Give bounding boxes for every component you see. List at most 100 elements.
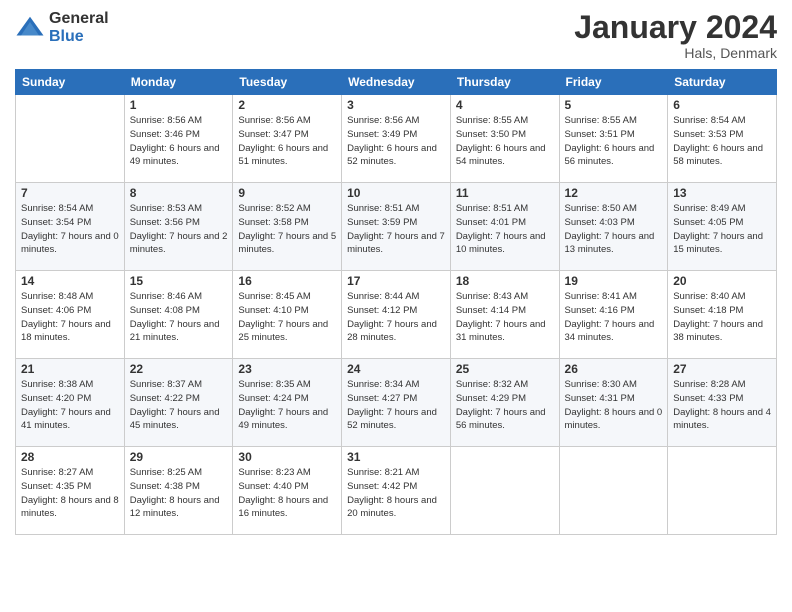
logo-text: General Blue <box>49 10 109 45</box>
day-info: Sunrise: 8:51 AM Sunset: 3:59 PM Dayligh… <box>347 202 445 257</box>
header-friday: Friday <box>559 70 668 95</box>
day-number: 25 <box>456 362 554 376</box>
day-number: 7 <box>21 186 119 200</box>
daylight-hours: Daylight: 7 hours and 45 minutes. <box>130 407 220 432</box>
day-info: Sunrise: 8:48 AM Sunset: 4:06 PM Dayligh… <box>21 290 119 345</box>
sunrise-time: Sunrise: 8:30 AM <box>565 379 637 390</box>
page: General Blue January 2024 Hals, Denmark … <box>0 0 792 612</box>
logo-icon <box>15 13 45 43</box>
day-number: 2 <box>238 98 336 112</box>
daylight-hours: Daylight: 8 hours and 20 minutes. <box>347 495 437 520</box>
sunset-time: Sunset: 3:51 PM <box>565 129 635 140</box>
daylight-hours: Daylight: 7 hours and 0 minutes. <box>21 231 119 256</box>
header: General Blue January 2024 Hals, Denmark <box>15 10 777 61</box>
day-number: 9 <box>238 186 336 200</box>
table-row: 7 Sunrise: 8:54 AM Sunset: 3:54 PM Dayli… <box>16 183 125 271</box>
sunrise-time: Sunrise: 8:54 AM <box>673 115 745 126</box>
daylight-hours: Daylight: 7 hours and 56 minutes. <box>456 407 546 432</box>
sunrise-time: Sunrise: 8:48 AM <box>21 291 93 302</box>
sunrise-time: Sunrise: 8:38 AM <box>21 379 93 390</box>
sunrise-time: Sunrise: 8:56 AM <box>238 115 310 126</box>
sunrise-time: Sunrise: 8:53 AM <box>130 203 202 214</box>
sunrise-time: Sunrise: 8:54 AM <box>21 203 93 214</box>
day-number: 28 <box>21 450 119 464</box>
table-row: 25 Sunrise: 8:32 AM Sunset: 4:29 PM Dayl… <box>450 359 559 447</box>
day-info: Sunrise: 8:55 AM Sunset: 3:51 PM Dayligh… <box>565 114 663 169</box>
sunrise-time: Sunrise: 8:34 AM <box>347 379 419 390</box>
day-number: 18 <box>456 274 554 288</box>
day-info: Sunrise: 8:53 AM Sunset: 3:56 PM Dayligh… <box>130 202 228 257</box>
day-info: Sunrise: 8:21 AM Sunset: 4:42 PM Dayligh… <box>347 466 445 521</box>
sunset-time: Sunset: 4:06 PM <box>21 305 91 316</box>
logo: General Blue <box>15 10 109 45</box>
daylight-hours: Daylight: 7 hours and 18 minutes. <box>21 319 111 344</box>
day-info: Sunrise: 8:30 AM Sunset: 4:31 PM Dayligh… <box>565 378 663 433</box>
sunset-time: Sunset: 4:16 PM <box>565 305 635 316</box>
table-row: 21 Sunrise: 8:38 AM Sunset: 4:20 PM Dayl… <box>16 359 125 447</box>
table-row: 11 Sunrise: 8:51 AM Sunset: 4:01 PM Dayl… <box>450 183 559 271</box>
day-number: 4 <box>456 98 554 112</box>
sunset-time: Sunset: 4:29 PM <box>456 393 526 404</box>
sunrise-time: Sunrise: 8:52 AM <box>238 203 310 214</box>
daylight-hours: Daylight: 7 hours and 34 minutes. <box>565 319 655 344</box>
calendar-week-row: 14 Sunrise: 8:48 AM Sunset: 4:06 PM Dayl… <box>16 271 777 359</box>
daylight-hours: Daylight: 7 hours and 25 minutes. <box>238 319 328 344</box>
table-row: 19 Sunrise: 8:41 AM Sunset: 4:16 PM Dayl… <box>559 271 668 359</box>
daylight-hours: Daylight: 7 hours and 28 minutes. <box>347 319 437 344</box>
daylight-hours: Daylight: 7 hours and 49 minutes. <box>238 407 328 432</box>
day-number: 17 <box>347 274 445 288</box>
daylight-hours: Daylight: 7 hours and 7 minutes. <box>347 231 445 256</box>
daylight-hours: Daylight: 7 hours and 13 minutes. <box>565 231 655 256</box>
sunset-time: Sunset: 4:18 PM <box>673 305 743 316</box>
table-row: 6 Sunrise: 8:54 AM Sunset: 3:53 PM Dayli… <box>668 95 777 183</box>
day-number: 3 <box>347 98 445 112</box>
daylight-hours: Daylight: 7 hours and 31 minutes. <box>456 319 546 344</box>
daylight-hours: Daylight: 7 hours and 10 minutes. <box>456 231 546 256</box>
table-row: 16 Sunrise: 8:45 AM Sunset: 4:10 PM Dayl… <box>233 271 342 359</box>
day-number: 24 <box>347 362 445 376</box>
day-info: Sunrise: 8:43 AM Sunset: 4:14 PM Dayligh… <box>456 290 554 345</box>
day-number: 31 <box>347 450 445 464</box>
sunset-time: Sunset: 4:27 PM <box>347 393 417 404</box>
sunset-time: Sunset: 3:53 PM <box>673 129 743 140</box>
sunset-time: Sunset: 4:38 PM <box>130 481 200 492</box>
sunset-time: Sunset: 3:59 PM <box>347 217 417 228</box>
calendar-week-row: 1 Sunrise: 8:56 AM Sunset: 3:46 PM Dayli… <box>16 95 777 183</box>
day-info: Sunrise: 8:38 AM Sunset: 4:20 PM Dayligh… <box>21 378 119 433</box>
daylight-hours: Daylight: 7 hours and 2 minutes. <box>130 231 228 256</box>
table-row: 18 Sunrise: 8:43 AM Sunset: 4:14 PM Dayl… <box>450 271 559 359</box>
table-row: 8 Sunrise: 8:53 AM Sunset: 3:56 PM Dayli… <box>124 183 233 271</box>
table-row: 28 Sunrise: 8:27 AM Sunset: 4:35 PM Dayl… <box>16 447 125 535</box>
day-info: Sunrise: 8:45 AM Sunset: 4:10 PM Dayligh… <box>238 290 336 345</box>
day-info: Sunrise: 8:40 AM Sunset: 4:18 PM Dayligh… <box>673 290 771 345</box>
sunrise-time: Sunrise: 8:27 AM <box>21 467 93 478</box>
sunrise-time: Sunrise: 8:41 AM <box>565 291 637 302</box>
day-info: Sunrise: 8:55 AM Sunset: 3:50 PM Dayligh… <box>456 114 554 169</box>
day-info: Sunrise: 8:56 AM Sunset: 3:46 PM Dayligh… <box>130 114 228 169</box>
day-info: Sunrise: 8:44 AM Sunset: 4:12 PM Dayligh… <box>347 290 445 345</box>
header-wednesday: Wednesday <box>342 70 451 95</box>
sunrise-time: Sunrise: 8:32 AM <box>456 379 528 390</box>
sunset-time: Sunset: 4:40 PM <box>238 481 308 492</box>
daylight-hours: Daylight: 8 hours and 0 minutes. <box>565 407 663 432</box>
day-number: 14 <box>21 274 119 288</box>
day-info: Sunrise: 8:46 AM Sunset: 4:08 PM Dayligh… <box>130 290 228 345</box>
sunrise-time: Sunrise: 8:49 AM <box>673 203 745 214</box>
sunset-time: Sunset: 3:50 PM <box>456 129 526 140</box>
header-monday: Monday <box>124 70 233 95</box>
sunset-time: Sunset: 4:05 PM <box>673 217 743 228</box>
table-row: 17 Sunrise: 8:44 AM Sunset: 4:12 PM Dayl… <box>342 271 451 359</box>
daylight-hours: Daylight: 6 hours and 52 minutes. <box>347 143 437 168</box>
daylight-hours: Daylight: 8 hours and 12 minutes. <box>130 495 220 520</box>
day-info: Sunrise: 8:25 AM Sunset: 4:38 PM Dayligh… <box>130 466 228 521</box>
day-number: 11 <box>456 186 554 200</box>
day-info: Sunrise: 8:27 AM Sunset: 4:35 PM Dayligh… <box>21 466 119 521</box>
daylight-hours: Daylight: 6 hours and 54 minutes. <box>456 143 546 168</box>
table-row: 14 Sunrise: 8:48 AM Sunset: 4:06 PM Dayl… <box>16 271 125 359</box>
sunrise-time: Sunrise: 8:35 AM <box>238 379 310 390</box>
daylight-hours: Daylight: 6 hours and 49 minutes. <box>130 143 220 168</box>
header-thursday: Thursday <box>450 70 559 95</box>
table-row: 2 Sunrise: 8:56 AM Sunset: 3:47 PM Dayli… <box>233 95 342 183</box>
sunset-time: Sunset: 4:24 PM <box>238 393 308 404</box>
day-number: 10 <box>347 186 445 200</box>
